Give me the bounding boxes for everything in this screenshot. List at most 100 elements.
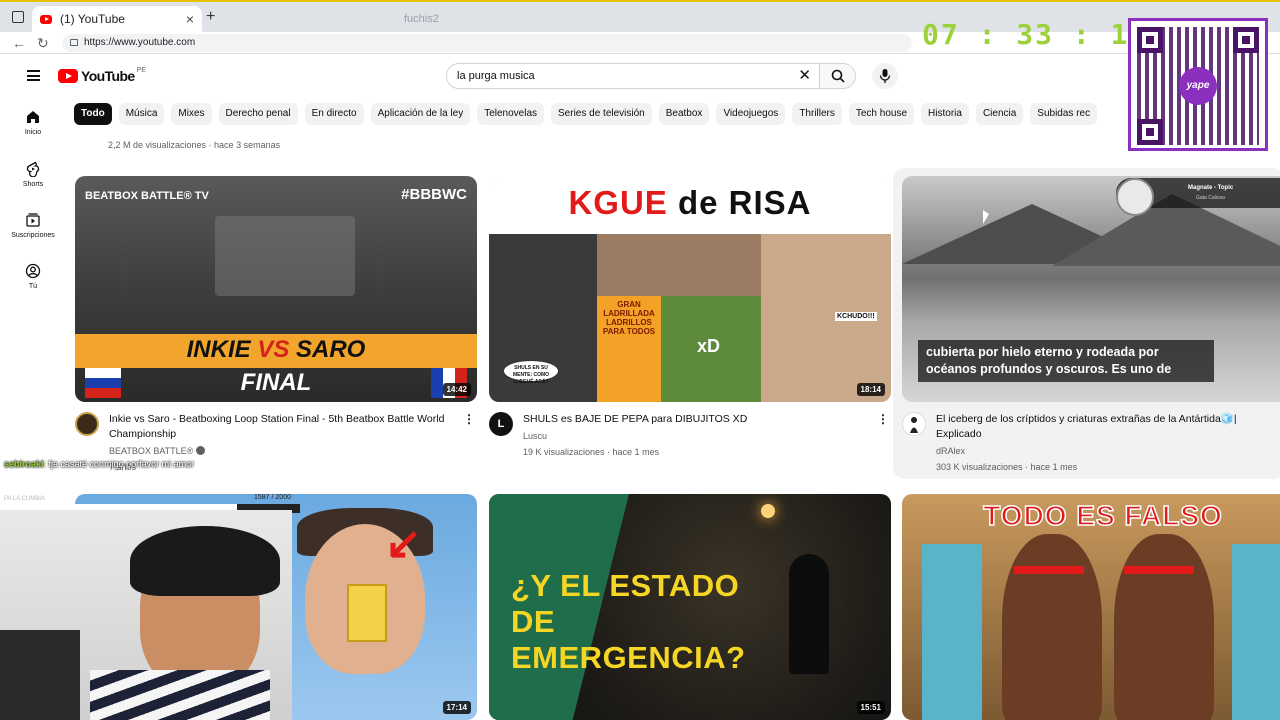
search-button[interactable] [820,63,856,89]
thumbnail-speech-bubble: SHULS EN SU MENTE: COMO LLEGUÉ ACÁ? [503,360,559,385]
youtube-play-icon [58,69,78,83]
webcam-shirt [90,670,270,720]
chip-thrillers[interactable]: Thrillers [792,103,842,125]
more-actions-icon[interactable]: ⋮ [877,412,889,426]
chip-series-tv[interactable]: Series de televisión [551,103,652,125]
channel-avatar[interactable] [902,412,926,436]
back-icon[interactable]: ← [12,35,26,51]
thumbnail-panel-man [597,234,761,304]
profile-name: fuchis2 [404,13,439,25]
now-playing-title: Magnate - Topic [1188,185,1234,191]
thumbnail-person [1114,534,1214,720]
logo-text: YouTube [81,68,135,84]
guide-label: Tú [28,283,38,290]
video-title[interactable]: El iceberg de los críptidos y criaturas … [936,412,1271,442]
video-thumbnail[interactable]: GRAN LADRILLADA LADRILLOS PARA TODOS xD … [489,176,891,402]
home-icon [27,111,39,123]
chip-todo[interactable]: Todo [74,103,112,125]
search-input[interactable]: la purga musica ✕ [446,63,820,89]
video-thumbnail[interactable]: ¿Y EL ESTADO DE EMERGENCIA? 15:51 [489,494,891,720]
guide-label: Inicio [24,129,42,136]
qr-finder [1137,119,1163,145]
guide-label: Suscripciones [11,232,55,239]
thumbnail-kchudo-text: KCHUDO!!! [835,312,877,321]
video-preview-player[interactable]: Magnate - Topic Gata Caliosa cubierta po… [902,176,1280,402]
video-card[interactable]: GRAN LADRILLADA LADRILLOS PARA TODOS xD … [489,176,891,459]
search-icon [831,69,845,83]
chip-aplicacion-ley[interactable]: Aplicación de la ley [370,103,471,125]
streamer-webcam [0,510,292,720]
chip-videojuegos[interactable]: Videojuegos [716,103,786,125]
channel-avatar[interactable]: L [489,412,513,436]
chip-tech-house[interactable]: Tech house [848,103,915,125]
stream-clock: 07 : 33 : 12 [922,18,1149,51]
channel-avatar[interactable] [75,412,99,436]
thumb-vs: VS [257,336,290,363]
goal-progress-text: 1587 / 2000 [254,494,291,501]
more-actions-icon[interactable]: ⋮ [463,412,475,426]
video-thumbnail[interactable]: BEATBOX BATTLE® TV #BBBWC INKIE VS SARO … [75,176,477,402]
browser-tab-youtube[interactable]: (1) YouTube × [32,6,202,32]
channel-name[interactable]: dRAlex [936,444,1271,458]
video-card-hovered[interactable]: Magnate - Topic Gata Caliosa cubierta po… [893,168,1280,479]
video-title[interactable]: SHULS es BAJE DE PEPA para DIBUJITOS XD [523,412,877,427]
guide-item-subscriptions[interactable]: Suscripciones [0,212,66,239]
guide-item-home[interactable]: Inicio [0,109,66,136]
russia-flag-icon [85,368,121,398]
new-tab-button[interactable]: + [206,8,215,26]
site-info-icon[interactable] [70,39,78,46]
video-title[interactable]: Inkie vs Saro - Beatboxing Loop Station … [109,412,463,442]
shorts-icon [26,161,40,177]
webcam-hair [130,526,280,596]
tab-close-icon[interactable]: × [186,11,194,27]
now-playing-avatar [1116,178,1154,216]
thumb-right-name: SARO [289,336,366,363]
guide-label: Shorts [22,181,44,188]
mouse-cursor-icon [983,210,989,224]
donation-qr-code: yape [1128,18,1268,151]
chip-ciencia[interactable]: Ciencia [975,103,1024,125]
video-caption: cubierta por hielo eterno y rodeada por … [918,340,1214,382]
guide-sidebar: Inicio Shorts Suscripciones Tú [0,99,66,519]
chip-telenovelas[interactable]: Telenovelas [477,103,545,125]
chip-mixes[interactable]: Mixes [171,103,212,125]
video-duration: 15:51 [856,701,885,714]
chip-musica[interactable]: Música [118,103,165,125]
chip-en-directo[interactable]: En directo [304,103,364,125]
video-meta: 303 K visualizaciones · hace 1 mes [936,462,1078,472]
thumb-title-black: de RISA [667,184,812,221]
thumb-left-name: INKIE [186,336,258,363]
chip-beatbox[interactable]: Beatbox [658,103,710,125]
verified-icon [196,446,206,455]
clear-search-icon[interactable]: ✕ [798,64,811,88]
thumbnail-figure [789,554,829,674]
qr-finder [1233,27,1259,53]
voice-search-button[interactable] [872,63,898,89]
youtube-logo[interactable]: YouTube PE [58,67,146,84]
silhouette-icon [910,417,918,433]
guide-item-shorts[interactable]: Shorts [0,161,66,188]
chip-derecho-penal[interactable]: Derecho penal [218,103,298,125]
channel-name-text: BEATBOX BATTLE® [109,446,194,456]
thumbnail-poster-text: GRAN LADRILLADA LADRILLOS PARA TODOS [602,300,656,336]
menu-icon[interactable] [27,70,40,81]
address-bar[interactable]: https://www.youtube.com [62,34,912,52]
video-card[interactable]: TODO ES FALSO [902,494,1280,720]
channel-name[interactable]: Luscu [523,429,877,443]
webcam-chair [0,630,80,720]
thumbnail-title-text: KGUE de RISA [489,184,891,222]
thumbnail-person [1002,534,1102,720]
guide-item-you[interactable]: Tú [0,263,66,290]
microphone-icon [879,69,891,83]
video-card[interactable]: ¿Y EL ESTADO DE EMERGENCIA? 15:51 [489,494,891,720]
chip-subidas-recientes[interactable]: Subidas rec [1030,103,1098,125]
chat-username: sebiroaki [4,459,44,469]
video-card[interactable]: BEATBOX BATTLE® TV #BBBWC INKIE VS SARO … [75,176,477,474]
video-duration: 14:42 [442,383,471,396]
channel-name[interactable]: BEATBOX BATTLE® [109,444,463,458]
video-thumbnail[interactable]: TODO ES FALSO [902,494,1280,720]
thumbnail-waterslide [1232,544,1280,720]
chip-historia[interactable]: Historia [921,103,969,125]
reload-icon[interactable]: ↻ [37,35,49,52]
tab-search-icon[interactable] [12,11,24,23]
